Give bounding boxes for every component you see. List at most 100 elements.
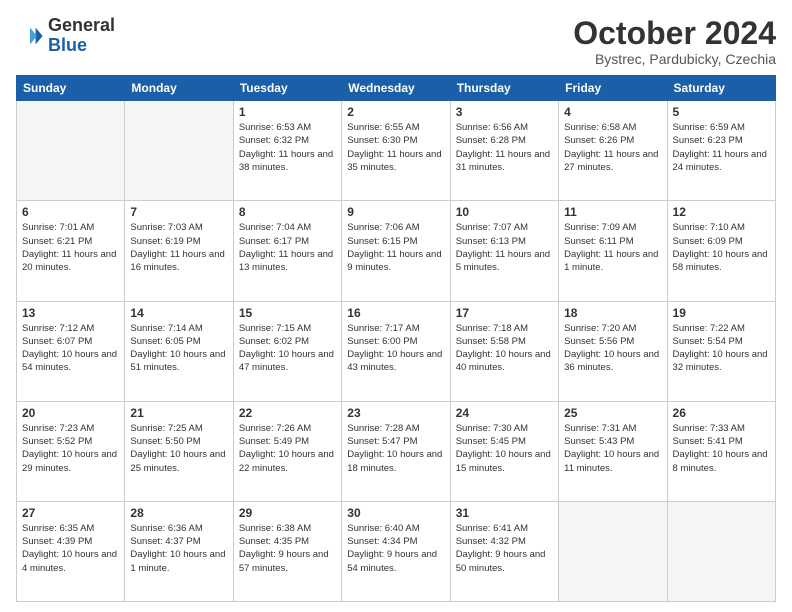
calendar-cell: 28 Sunrise: 6:36 AM Sunset: 4:37 PM Dayli…	[125, 501, 233, 601]
day-info: Sunrise: 7:28 AM Sunset: 5:47 PM Dayligh…	[347, 422, 444, 475]
day-info: Sunrise: 7:09 AM Sunset: 6:11 PM Dayligh…	[564, 221, 661, 274]
calendar-cell: 3Sunrise: 6:56 AM Sunset: 6:28 PM Daylig…	[450, 101, 558, 201]
calendar-cell: 21Sunrise: 7:25 AM Sunset: 5:50 PM Dayli…	[125, 401, 233, 501]
calendar-cell: 5 Sunrise: 6:59 AM Sunset: 6:23 PM Daylig…	[667, 101, 775, 201]
day-info: Sunrise: 7:20 AM Sunset: 5:56 PM Dayligh…	[564, 322, 661, 375]
day-number: 16	[347, 306, 444, 320]
header: General Blue October 2024 Bystrec, Pardu…	[16, 16, 776, 67]
calendar-cell: 1Sunrise: 6:53 AM Sunset: 6:32 PM Daylig…	[233, 101, 341, 201]
calendar-cell: 26 Sunrise: 7:33 AM Sunset: 5:41 PM Dayli…	[667, 401, 775, 501]
day-number: 20	[22, 406, 119, 420]
calendar-cell	[559, 501, 667, 601]
calendar-cell: 14Sunrise: 7:14 AM Sunset: 6:05 PM Dayli…	[125, 301, 233, 401]
day-info: Sunrise: 6:59 AM Sunset: 6:23 PM Dayligh…	[673, 121, 770, 174]
day-info: Sunrise: 7:17 AM Sunset: 6:00 PM Dayligh…	[347, 322, 444, 375]
day-number: 13	[22, 306, 119, 320]
day-info: Sunrise: 7:12 AM Sunset: 6:07 PM Dayligh…	[22, 322, 119, 375]
day-number: 28	[130, 506, 227, 520]
day-info: Sunrise: 7:33 AM Sunset: 5:41 PM Dayligh…	[673, 422, 770, 475]
day-info: Sunrise: 7:14 AM Sunset: 6:05 PM Dayligh…	[130, 322, 227, 375]
day-number: 5	[673, 105, 770, 119]
day-number: 30	[347, 506, 444, 520]
day-number: 7	[130, 205, 227, 219]
calendar-cell: 8 Sunrise: 7:04 AM Sunset: 6:17 PM Daylig…	[233, 201, 341, 301]
day-number: 29	[239, 506, 336, 520]
weekday-header: Sunday	[17, 76, 125, 101]
calendar-cell	[125, 101, 233, 201]
calendar-cell: 20 Sunrise: 7:23 AM Sunset: 5:52 PM Dayli…	[17, 401, 125, 501]
page: General Blue October 2024 Bystrec, Pardu…	[0, 0, 792, 612]
day-number: 27	[22, 506, 119, 520]
day-number: 19	[673, 306, 770, 320]
weekday-header: Friday	[559, 76, 667, 101]
day-number: 18	[564, 306, 661, 320]
day-info: Sunrise: 7:31 AM Sunset: 5:43 PM Dayligh…	[564, 422, 661, 475]
calendar-week: 1Sunrise: 6:53 AM Sunset: 6:32 PM Daylig…	[17, 101, 776, 201]
calendar-week: 6Sunrise: 7:01 AM Sunset: 6:21 PM Daylig…	[17, 201, 776, 301]
day-number: 8	[239, 205, 336, 219]
day-info: Sunrise: 6:35 AM Sunset: 4:39 PM Dayligh…	[22, 522, 119, 575]
day-info: Sunrise: 7:18 AM Sunset: 5:58 PM Dayligh…	[456, 322, 553, 375]
calendar-cell: 9 Sunrise: 7:06 AM Sunset: 6:15 PM Daylig…	[342, 201, 450, 301]
day-number: 15	[239, 306, 336, 320]
calendar-cell: 13 Sunrise: 7:12 AM Sunset: 6:07 PM Dayli…	[17, 301, 125, 401]
day-number: 23	[347, 406, 444, 420]
day-info: Sunrise: 7:23 AM Sunset: 5:52 PM Dayligh…	[22, 422, 119, 475]
calendar-cell: 19 Sunrise: 7:22 AM Sunset: 5:54 PM Dayli…	[667, 301, 775, 401]
calendar-cell: 18 Sunrise: 7:20 AM Sunset: 5:56 PM Dayli…	[559, 301, 667, 401]
title-block: October 2024 Bystrec, Pardubicky, Czechi…	[573, 16, 776, 67]
day-info: Sunrise: 7:06 AM Sunset: 6:15 PM Dayligh…	[347, 221, 444, 274]
day-number: 25	[564, 406, 661, 420]
day-info: Sunrise: 6:56 AM Sunset: 6:28 PM Dayligh…	[456, 121, 553, 174]
calendar-cell: 6Sunrise: 7:01 AM Sunset: 6:21 PM Daylig…	[17, 201, 125, 301]
calendar-cell: 10Sunrise: 7:07 AM Sunset: 6:13 PM Dayli…	[450, 201, 558, 301]
day-number: 11	[564, 205, 661, 219]
calendar-cell: 4Sunrise: 6:58 AM Sunset: 6:26 PM Daylig…	[559, 101, 667, 201]
day-info: Sunrise: 6:38 AM Sunset: 4:35 PM Dayligh…	[239, 522, 336, 575]
calendar-cell: 25 Sunrise: 7:31 AM Sunset: 5:43 PM Dayli…	[559, 401, 667, 501]
day-info: Sunrise: 6:53 AM Sunset: 6:32 PM Dayligh…	[239, 121, 336, 174]
day-number: 4	[564, 105, 661, 119]
logo: General Blue	[16, 16, 115, 56]
day-number: 26	[673, 406, 770, 420]
calendar-cell: 2 Sunrise: 6:55 AM Sunset: 6:30 PM Daylig…	[342, 101, 450, 201]
day-info: Sunrise: 6:40 AM Sunset: 4:34 PM Dayligh…	[347, 522, 444, 575]
calendar-week: 13 Sunrise: 7:12 AM Sunset: 6:07 PM Dayli…	[17, 301, 776, 401]
day-number: 9	[347, 205, 444, 219]
day-number: 12	[673, 205, 770, 219]
weekday-header: Saturday	[667, 76, 775, 101]
day-info: Sunrise: 6:55 AM Sunset: 6:30 PM Dayligh…	[347, 121, 444, 174]
calendar-cell	[667, 501, 775, 601]
day-info: Sunrise: 6:41 AM Sunset: 4:32 PM Dayligh…	[456, 522, 553, 575]
calendar-cell: 11 Sunrise: 7:09 AM Sunset: 6:11 PM Dayli…	[559, 201, 667, 301]
day-number: 6	[22, 205, 119, 219]
weekday-header: Tuesday	[233, 76, 341, 101]
day-info: Sunrise: 7:22 AM Sunset: 5:54 PM Dayligh…	[673, 322, 770, 375]
logo-text: General Blue	[48, 16, 115, 56]
calendar-cell: 24Sunrise: 7:30 AM Sunset: 5:45 PM Dayli…	[450, 401, 558, 501]
day-info: Sunrise: 7:10 AM Sunset: 6:09 PM Dayligh…	[673, 221, 770, 274]
weekday-header: Thursday	[450, 76, 558, 101]
day-info: Sunrise: 7:15 AM Sunset: 6:02 PM Dayligh…	[239, 322, 336, 375]
weekday-header: Wednesday	[342, 76, 450, 101]
day-info: Sunrise: 7:30 AM Sunset: 5:45 PM Dayligh…	[456, 422, 553, 475]
calendar-cell	[17, 101, 125, 201]
weekday-header: Monday	[125, 76, 233, 101]
calendar-cell: 29 Sunrise: 6:38 AM Sunset: 4:35 PM Dayli…	[233, 501, 341, 601]
calendar-cell: 27 Sunrise: 6:35 AM Sunset: 4:39 PM Dayli…	[17, 501, 125, 601]
calendar-cell: 12 Sunrise: 7:10 AM Sunset: 6:09 PM Dayli…	[667, 201, 775, 301]
calendar-week: 20 Sunrise: 7:23 AM Sunset: 5:52 PM Dayli…	[17, 401, 776, 501]
day-number: 22	[239, 406, 336, 420]
day-number: 2	[347, 105, 444, 119]
calendar-body: 1Sunrise: 6:53 AM Sunset: 6:32 PM Daylig…	[17, 101, 776, 602]
calendar-cell: 30 Sunrise: 6:40 AM Sunset: 4:34 PM Dayli…	[342, 501, 450, 601]
calendar-week: 27 Sunrise: 6:35 AM Sunset: 4:39 PM Dayli…	[17, 501, 776, 601]
location: Bystrec, Pardubicky, Czechia	[573, 51, 776, 67]
month-title: October 2024	[573, 16, 776, 51]
day-number: 21	[130, 406, 227, 420]
day-number: 10	[456, 205, 553, 219]
calendar: SundayMondayTuesdayWednesdayThursdayFrid…	[16, 75, 776, 602]
day-info: Sunrise: 6:36 AM Sunset: 4:37 PM Dayligh…	[130, 522, 227, 575]
day-info: Sunrise: 7:04 AM Sunset: 6:17 PM Dayligh…	[239, 221, 336, 274]
calendar-cell: 16 Sunrise: 7:17 AM Sunset: 6:00 PM Dayli…	[342, 301, 450, 401]
